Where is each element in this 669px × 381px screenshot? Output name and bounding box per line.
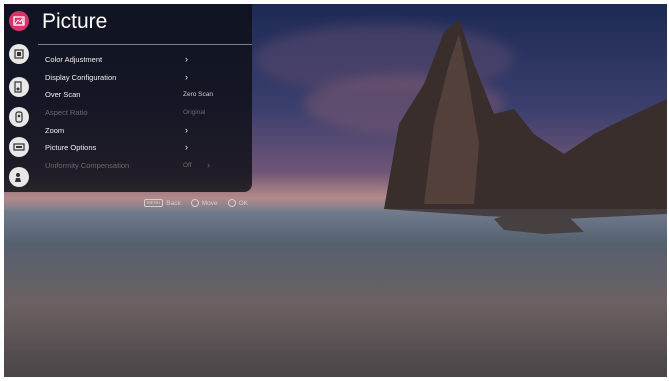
- menu-title: Picture: [42, 10, 108, 33]
- chevron-right-icon: ›: [185, 72, 188, 82]
- menu-item-label: Picture Options: [45, 143, 97, 152]
- menu-item-value: Zero Scan: [183, 91, 213, 98]
- back-label: Back: [166, 199, 181, 207]
- display-icon[interactable]: [9, 44, 29, 64]
- background-photo: Picture Color Adjustment › Display Confi…: [4, 4, 667, 377]
- back-hint[interactable]: MENU Back: [144, 199, 181, 207]
- menu-item-label: Color Adjustment: [45, 55, 103, 64]
- settings-sidebar: [4, 4, 34, 192]
- menu-item-label: Uniformity Compensation: [45, 161, 130, 170]
- picture-settings-menu: Picture Color Adjustment › Display Confi…: [4, 4, 252, 192]
- menu-key-icon: MENU: [144, 199, 164, 207]
- menu-item-display-configuration[interactable]: Display Configuration ›: [45, 71, 245, 85]
- admin-icon[interactable]: [9, 167, 29, 187]
- ok-label: OK: [238, 199, 249, 207]
- chevron-right-icon: ›: [207, 160, 210, 170]
- menu-item-value: Original: [183, 109, 206, 116]
- picture-icon[interactable]: [9, 11, 29, 31]
- chevron-right-icon: ›: [185, 125, 188, 135]
- menu-item-label: Zoom: [45, 126, 65, 135]
- menu-item-value: Off: [183, 162, 192, 169]
- keyboard-icon[interactable]: [9, 137, 29, 157]
- menu-item-label: Over Scan: [45, 90, 81, 99]
- menu-item-color-adjustment[interactable]: Color Adjustment ›: [45, 53, 245, 67]
- move-hint: Move: [190, 199, 218, 207]
- sound-icon[interactable]: [9, 77, 29, 97]
- ok-ring-icon: [227, 199, 236, 207]
- menu-item-zoom[interactable]: Zoom ›: [45, 124, 245, 138]
- menu-item-picture-options[interactable]: Picture Options ›: [45, 141, 245, 155]
- network-icon[interactable]: [9, 107, 29, 127]
- move-label: Move: [201, 199, 218, 207]
- ok-hint[interactable]: OK: [227, 199, 249, 207]
- chevron-right-icon: ›: [185, 142, 188, 152]
- button-hints: MENU Back Move OK: [144, 197, 248, 209]
- menu-item-over-scan[interactable]: Over Scan Zero Scan: [45, 88, 245, 102]
- title-divider: [38, 44, 252, 45]
- menu-item-label: Display Configuration: [45, 73, 117, 82]
- menu-item-aspect-ratio: Aspect Ratio Original: [45, 106, 245, 120]
- menu-item-uniformity-compensation: Uniformity Compensation Off ›: [45, 159, 245, 173]
- menu-item-label: Aspect Ratio: [45, 108, 88, 117]
- chevron-right-icon: ›: [185, 54, 188, 64]
- move-ring-icon: [190, 199, 199, 207]
